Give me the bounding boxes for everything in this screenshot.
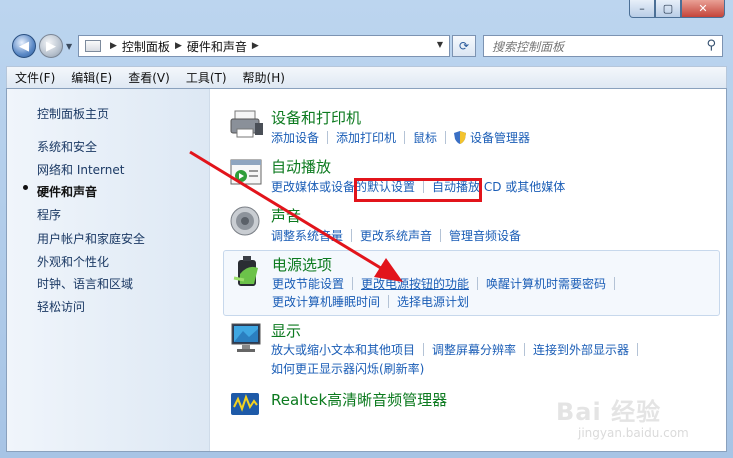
- category-title[interactable]: 电源选项: [272, 254, 332, 275]
- sidebar-item-user-accounts[interactable]: 用户帐户和家庭安全: [37, 230, 145, 247]
- link-add-device[interactable]: 添加设备: [271, 129, 319, 146]
- back-arrow-icon: ◀: [19, 38, 29, 54]
- menu-bar: 文件(F) 编辑(E) 查看(V) 工具(T) 帮助(H): [6, 66, 727, 88]
- address-bar[interactable]: ▶ 控制面板 ▶ 硬件和声音 ▶ ▼: [78, 35, 450, 57]
- link-row: 调整系统音量 更改系统声音 管理音频设备: [271, 227, 521, 244]
- window: – ▢ ✕ ◀ ▶ ▼ ▶ 控制面板 ▶ 硬件和声音 ▶ ▼ ⟳ ⚲ 文件(F): [0, 0, 733, 458]
- divider: [404, 131, 406, 144]
- sidebar-item-hardware-sound[interactable]: 硬件和声音: [37, 183, 97, 200]
- sidebar-item-appearance[interactable]: 外观和个性化: [37, 253, 109, 270]
- breadcrumb-hardware-sound[interactable]: 硬件和声音: [187, 38, 247, 55]
- breadcrumb-separator-icon[interactable]: ▶: [110, 41, 117, 51]
- link-adjust-resolution[interactable]: 调整屏幕分辨率: [432, 341, 516, 358]
- category-display: 显示 放大或缩小文本和其他项目 调整屏幕分辨率 连接到外部显示器 如何更正显示器…: [223, 317, 718, 379]
- breadcrumb-control-panel[interactable]: 控制面板: [122, 38, 170, 55]
- refresh-button[interactable]: ⟳: [452, 35, 476, 57]
- link-change-sounds[interactable]: 更改系统声音: [360, 227, 432, 244]
- uac-shield-icon: [454, 131, 467, 144]
- link-row: 更改计算机睡眠时间 选择电源计划: [272, 293, 469, 310]
- search-icon[interactable]: ⚲: [706, 38, 716, 53]
- minimize-button[interactable]: –: [629, 0, 655, 18]
- sidebar-control-panel-home[interactable]: 控制面板主页: [37, 105, 109, 122]
- divider: [445, 131, 447, 144]
- divider: [388, 295, 390, 308]
- menu-view[interactable]: 查看(V): [128, 69, 170, 86]
- search-box[interactable]: ⚲: [483, 35, 723, 57]
- menu-tools[interactable]: 工具(T): [186, 69, 227, 86]
- close-button[interactable]: ✕: [681, 0, 725, 18]
- link-change-sleep-time[interactable]: 更改计算机睡眠时间: [272, 293, 380, 310]
- divider: [477, 277, 479, 290]
- link-device-manager[interactable]: 设备管理器: [470, 129, 530, 146]
- watermark-brand: Bai 经验: [556, 398, 662, 426]
- divider: [637, 343, 639, 356]
- divider: [351, 229, 353, 242]
- divider: [614, 277, 616, 290]
- autoplay-icon[interactable]: [229, 156, 265, 190]
- divider: [440, 229, 442, 242]
- category-devices-printers: 设备和打印机 添加设备 添加打印机 鼠标 设备管理器: [223, 103, 718, 149]
- category-title[interactable]: 声音: [271, 205, 301, 226]
- sidebar-item-programs[interactable]: 程序: [37, 206, 61, 223]
- divider: [524, 343, 526, 356]
- menu-help[interactable]: 帮助(H): [243, 69, 285, 86]
- forward-button[interactable]: ▶: [39, 34, 63, 58]
- watermark-url: jingyan.baidu.com: [578, 426, 689, 440]
- category-title[interactable]: 设备和打印机: [271, 107, 361, 128]
- category-power-options: 电源选项 更改节能设置 更改电源按钮的功能 唤醒计算机时需要密码 更改计算机睡眠…: [223, 250, 720, 316]
- breadcrumb-separator-icon[interactable]: ▶: [175, 41, 182, 51]
- divider: [327, 131, 329, 144]
- divider: [352, 277, 354, 290]
- sidebar-item-clock-region[interactable]: 时钟、语言和区域: [37, 275, 133, 292]
- back-button[interactable]: ◀: [12, 34, 36, 58]
- link-change-power-saving[interactable]: 更改节能设置: [272, 275, 344, 292]
- refresh-icon: ⟳: [458, 39, 470, 53]
- speaker-icon[interactable]: [229, 205, 265, 239]
- battery-icon[interactable]: [230, 254, 266, 288]
- sidebar-item-system-security[interactable]: 系统和安全: [37, 138, 97, 155]
- category-title[interactable]: 自动播放: [271, 156, 331, 177]
- menu-edit[interactable]: 编辑(E): [71, 69, 112, 86]
- link-row: 放大或缩小文本和其他项目 调整屏幕分辨率 连接到外部显示器: [271, 341, 646, 358]
- printer-icon[interactable]: [229, 107, 265, 141]
- address-dropdown-icon[interactable]: ▼: [437, 40, 443, 49]
- control-panel-icon: [85, 40, 101, 52]
- sidebar: 控制面板主页 系统和安全 网络和 Internet 硬件和声音 程序 用户帐户和…: [7, 89, 210, 451]
- active-bullet-icon: [23, 185, 28, 190]
- sidebar-item-network[interactable]: 网络和 Internet: [37, 161, 124, 178]
- caption-buttons: – ▢ ✕: [629, 0, 725, 18]
- link-adjust-volume[interactable]: 调整系统音量: [271, 227, 343, 244]
- divider: [423, 343, 425, 356]
- link-row: 如何更正显示器闪烁(刷新率): [271, 360, 424, 377]
- monitor-icon[interactable]: [229, 321, 265, 355]
- watermark: Bai 经验 jingyan.baidu.com: [556, 392, 726, 448]
- link-add-printer[interactable]: 添加打印机: [336, 129, 396, 146]
- link-row: 添加设备 添加打印机 鼠标 设备管理器: [271, 129, 530, 146]
- menu-file[interactable]: 文件(F): [15, 69, 55, 86]
- maximize-button[interactable]: ▢: [655, 0, 681, 18]
- search-input[interactable]: [490, 37, 704, 57]
- recent-pages-dropdown-icon[interactable]: ▼: [66, 42, 72, 51]
- link-zoom-text[interactable]: 放大或缩小文本和其他项目: [271, 341, 415, 358]
- link-connect-external-display[interactable]: 连接到外部显示器: [533, 341, 629, 358]
- link-row: 更改节能设置 更改电源按钮的功能 唤醒计算机时需要密码: [272, 275, 623, 292]
- realtek-icon[interactable]: [229, 387, 265, 421]
- breadcrumb-separator-icon[interactable]: ▶: [252, 41, 259, 51]
- sidebar-item-ease-of-access[interactable]: 轻松访问: [37, 298, 85, 315]
- highlight-box: [354, 178, 482, 202]
- link-choose-power-plan[interactable]: 选择电源计划: [397, 293, 469, 310]
- category-sound: 声音 调整系统音量 更改系统声音 管理音频设备: [223, 201, 718, 247]
- link-fix-monitor-flicker[interactable]: 如何更正显示器闪烁(刷新率): [271, 360, 424, 377]
- category-title[interactable]: 显示: [271, 320, 301, 341]
- link-require-password-on-wake[interactable]: 唤醒计算机时需要密码: [486, 275, 606, 292]
- navigation-bar: ◀ ▶ ▼ ▶ 控制面板 ▶ 硬件和声音 ▶ ▼ ⟳ ⚲: [0, 28, 733, 64]
- category-title[interactable]: Realtek高清晰音频管理器: [271, 389, 447, 410]
- link-mouse[interactable]: 鼠标: [413, 129, 437, 146]
- forward-arrow-icon: ▶: [46, 38, 56, 54]
- link-manage-audio-devices[interactable]: 管理音频设备: [449, 227, 521, 244]
- link-change-power-button[interactable]: 更改电源按钮的功能: [361, 275, 469, 292]
